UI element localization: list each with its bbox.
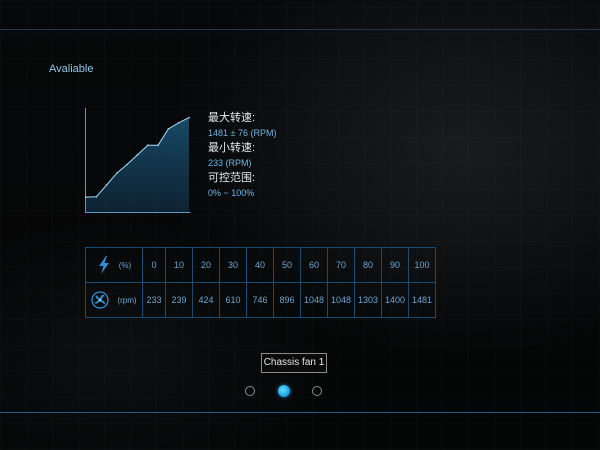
rpm-cell: 1481 [408, 282, 436, 318]
rpm-cell: 746 [246, 282, 274, 318]
rpm-cell: 1048 [327, 282, 355, 318]
rpm-cell: 1303 [354, 282, 382, 318]
rpm-cell: 424 [192, 282, 220, 318]
fan-curve-chart [85, 108, 190, 213]
percent-cell: 30 [219, 247, 247, 283]
chart-point [116, 172, 118, 174]
page-dot-3[interactable] [312, 386, 322, 396]
chart-point [126, 163, 129, 166]
rpm-unit: (rpm) [117, 295, 137, 305]
page-dot-1[interactable] [245, 386, 255, 396]
page-dot-2[interactable] [278, 385, 290, 397]
rpm-cell: 1048 [300, 282, 328, 318]
max-speed-label: 最大转速: [208, 112, 256, 124]
chart-point [157, 144, 159, 147]
rpm-cell: 896 [273, 282, 301, 318]
chassis-fan-selector[interactable]: Chassis fan 1 [261, 353, 327, 373]
max-speed-value: 1481 ± 76 (RPM) [208, 128, 277, 138]
bottom-divider [0, 412, 600, 413]
percent-row: (%) 0 10 20 30 40 50 60 70 80 90 100 [85, 247, 436, 283]
percent-row-header: (%) [85, 247, 143, 283]
percent-cell: 40 [246, 247, 274, 283]
chart-point [188, 116, 190, 119]
chart-point [177, 121, 180, 124]
rpm-cell: 239 [165, 282, 193, 318]
percent-unit: (%) [118, 260, 132, 270]
percent-cell: 60 [300, 247, 328, 283]
chart-point [85, 196, 87, 198]
chart-point [167, 128, 170, 130]
fan-page-indicator [244, 385, 324, 399]
percent-cell: 0 [142, 247, 166, 283]
chart-point [146, 144, 149, 147]
top-divider [0, 29, 600, 30]
rpm-cell: 233 [142, 282, 166, 318]
fan-icon [91, 291, 110, 309]
min-speed-label: 最小转速: [208, 142, 256, 154]
rpm-row: (rpm) 233 239 424 610 746 896 1048 1048 … [85, 282, 436, 318]
rpm-table: (%) 0 10 20 30 40 50 60 70 80 90 100 (rp… [85, 247, 436, 318]
range-label: 可控范围: [208, 172, 256, 184]
chart-point [95, 195, 98, 198]
lightning-icon [98, 256, 109, 274]
chart-point [136, 154, 139, 156]
range-value: 0% ~ 100% [208, 188, 255, 198]
percent-cell: 100 [408, 247, 436, 283]
percent-cell: 50 [273, 247, 301, 283]
percent-cell: 10 [165, 247, 193, 283]
chart-area [86, 117, 189, 212]
percent-cell: 90 [381, 247, 409, 283]
rpm-row-header: (rpm) [85, 282, 143, 318]
min-speed-value: 233 (RPM) [208, 158, 252, 168]
percent-cell: 80 [354, 247, 382, 283]
speed-specs: 最大转速: 1481 ± 76 (RPM) 最小转速: 233 (RPM) 可控… [208, 111, 276, 201]
percent-cell: 20 [192, 247, 220, 283]
percent-cell: 70 [327, 247, 355, 283]
chart-point [105, 184, 108, 186]
rpm-cell: 610 [219, 282, 247, 318]
status-label: Avaliable [49, 63, 94, 75]
rpm-cell: 1400 [381, 282, 409, 318]
